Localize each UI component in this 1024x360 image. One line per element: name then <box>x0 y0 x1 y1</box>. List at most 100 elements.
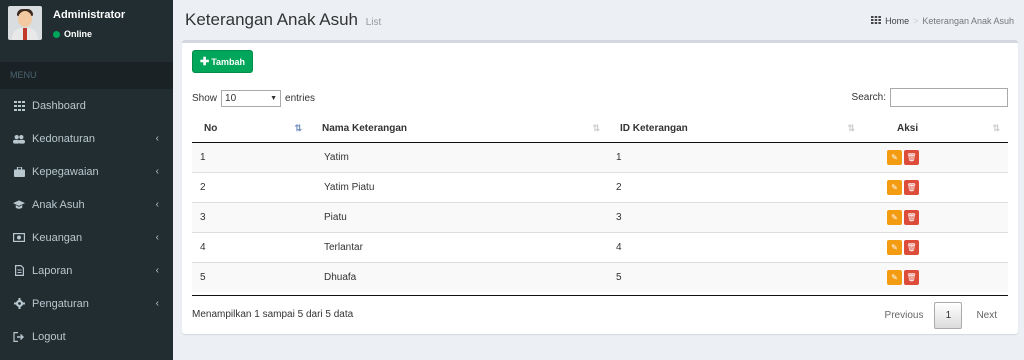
sidebar-item-label: Dashboard <box>32 99 86 112</box>
cell-no: 5 <box>192 261 310 292</box>
grid-icon <box>13 100 25 111</box>
entries-label: entries <box>285 93 316 104</box>
breadcrumb-separator: > <box>913 16 919 26</box>
user-name: Administrator <box>53 9 126 21</box>
sidebar-item-keuangan[interactable]: Keuangan ‹ <box>0 221 173 254</box>
sidebar-item-label: Kepegawaian <box>32 165 99 178</box>
chevron-left-icon: ‹ <box>155 166 159 177</box>
avatar[interactable] <box>8 6 42 40</box>
chevron-left-icon: ‹ <box>155 133 159 144</box>
breadcrumb-home-link[interactable]: Home <box>885 16 909 26</box>
breadcrumb-current: Keterangan Anak Asuh <box>922 16 1014 26</box>
table-row: 2 Yatim Piatu 2 ✎ 🗑 <box>192 171 1008 202</box>
cell-aksi: ✎ 🗑 <box>863 171 1008 202</box>
entries-select[interactable]: 10 ▼ <box>221 90 282 107</box>
cell-id: 4 <box>608 231 863 262</box>
sidebar-item-label: Logout <box>32 330 66 343</box>
cell-nama: Piatu <box>310 201 608 232</box>
cell-id: 3 <box>608 201 863 232</box>
sort-icon: ⇅ <box>847 123 855 133</box>
user-panel: Administrator Online <box>0 0 173 62</box>
trash-icon[interactable]: 🗑 <box>904 269 919 285</box>
edit-icon[interactable]: ✎ <box>887 179 902 195</box>
cell-aksi: ✎ 🗑 <box>863 201 1008 232</box>
sidebar: Administrator Online MENU Dashboard Kedo… <box>0 0 173 360</box>
length-control: Show 10 ▼ entries <box>192 90 315 107</box>
trash-icon[interactable]: 🗑 <box>904 239 919 255</box>
page-title: Keterangan Anak Asuh List <box>185 10 381 30</box>
sidebar-item-label: Anak Asuh <box>32 198 85 211</box>
column-header-nama-keterangan[interactable]: Nama Keterangan ⇅ <box>310 115 608 143</box>
next-button[interactable]: Next <box>962 310 1008 321</box>
cell-aksi: ✎ 🗑 <box>863 261 1008 292</box>
sidebar-item-label: Kedonaturan <box>32 132 95 145</box>
file-icon <box>13 265 25 276</box>
cell-nama: Dhuafa <box>310 261 608 292</box>
plus-icon: ✚ <box>200 56 210 68</box>
search-input[interactable] <box>890 88 1008 107</box>
sidebar-item-kepegawaian[interactable]: Kepegawaian ‹ <box>0 155 173 188</box>
column-header-aksi[interactable]: Aksi ⇅ <box>863 115 1008 143</box>
main-content: Keterangan Anak Asuh List Home > Keteran… <box>173 0 1024 360</box>
chevron-left-icon: ‹ <box>155 199 159 210</box>
menu-header: MENU <box>0 62 173 89</box>
sidebar-item-label: Pengaturan <box>32 297 89 310</box>
cell-nama: Yatim Piatu <box>310 171 608 202</box>
trash-icon[interactable]: 🗑 <box>904 149 919 165</box>
data-table: No ⇅ Nama Keterangan ⇅ ID Keterangan ⇅ A… <box>192 115 1008 292</box>
search-label: Search: <box>851 92 886 103</box>
cell-id: 1 <box>608 142 863 172</box>
edit-icon[interactable]: ✎ <box>887 149 902 165</box>
money-icon <box>13 233 25 243</box>
briefcase-icon <box>13 166 25 177</box>
dashboard-icon <box>871 16 882 26</box>
cell-id: 5 <box>608 261 863 292</box>
content-box: ✚ Tambah Show 10 ▼ entries Search: No ⇅ <box>182 40 1018 334</box>
cell-no: 3 <box>192 201 310 232</box>
sidebar-item-laporan[interactable]: Laporan ‹ <box>0 254 173 287</box>
column-header-no[interactable]: No ⇅ <box>192 115 310 143</box>
sidebar-item-pengaturan[interactable]: Pengaturan ‹ <box>0 287 173 320</box>
cell-aksi: ✎ 🗑 <box>863 231 1008 262</box>
previous-button[interactable]: Previous <box>874 310 935 321</box>
sort-ascending-icon: ⇅ <box>294 123 302 133</box>
cell-no: 4 <box>192 231 310 262</box>
gear-icon <box>13 298 25 309</box>
page-button-current[interactable]: 1 <box>934 302 963 329</box>
edit-icon[interactable]: ✎ <box>887 269 902 285</box>
add-button[interactable]: ✚ Tambah <box>192 50 254 73</box>
user-status-label: Online <box>64 29 93 39</box>
entries-select-value: 10 <box>225 93 237 104</box>
column-header-id-keterangan[interactable]: ID Keterangan ⇅ <box>608 115 863 143</box>
user-status: Online <box>53 29 125 39</box>
sidebar-item-kedonaturan[interactable]: Kedonaturan ‹ <box>0 122 173 155</box>
sidebar-item-label: Keuangan <box>32 231 83 244</box>
chevron-left-icon: ‹ <box>155 298 159 309</box>
graduation-cap-icon <box>13 199 25 210</box>
edit-icon[interactable]: ✎ <box>887 239 902 255</box>
show-label: Show <box>192 93 218 104</box>
cell-aksi: ✎ 🗑 <box>863 142 1008 172</box>
cell-nama: Terlantar <box>310 231 608 262</box>
search-control: Search: <box>852 88 1008 107</box>
table-row: 3 Piatu 3 ✎ 🗑 <box>192 201 1008 232</box>
trash-icon[interactable]: 🗑 <box>904 209 919 225</box>
sort-icon: ⇅ <box>592 123 600 133</box>
table-bottom-border <box>192 295 1008 296</box>
breadcrumb: Home > Keterangan Anak Asuh <box>871 16 1014 26</box>
cell-no: 1 <box>192 142 310 172</box>
trash-icon[interactable]: 🗑 <box>904 179 919 195</box>
sidebar-item-logout[interactable]: Logout <box>0 320 173 353</box>
sort-icon: ⇅ <box>992 123 1000 133</box>
online-status-icon <box>53 30 60 38</box>
add-button-label: Tambah <box>211 56 246 67</box>
chevron-left-icon: ‹ <box>155 265 159 276</box>
edit-icon[interactable]: ✎ <box>887 209 902 225</box>
sidebar-item-dashboard[interactable]: Dashboard <box>0 89 173 122</box>
sign-out-icon <box>13 331 25 342</box>
cell-no: 2 <box>192 171 310 202</box>
table-info: Menampilkan 1 sampai 5 dari 5 data <box>192 309 354 320</box>
pagination: Previous 1 Next <box>874 302 1008 329</box>
table-row: 5 Dhuafa 5 ✎ 🗑 <box>192 261 1008 292</box>
sidebar-item-anak-asuh[interactable]: Anak Asuh ‹ <box>0 188 173 221</box>
